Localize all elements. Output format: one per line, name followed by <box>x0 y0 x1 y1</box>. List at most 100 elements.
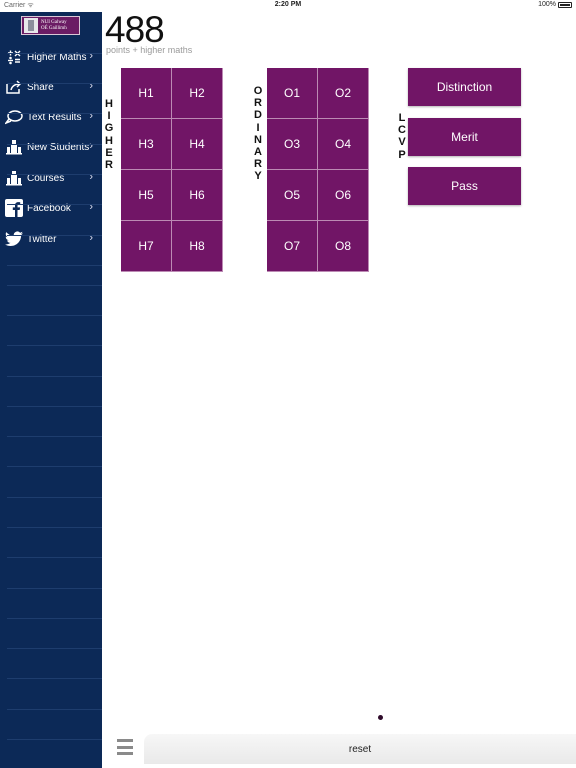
label-letter: C <box>398 124 406 137</box>
lcvp-pass-button[interactable]: Pass <box>408 167 521 205</box>
battery-status: 100% <box>538 1 572 8</box>
logo-text: NUI Galway OÉ Gaillimh <box>41 20 67 32</box>
divider <box>7 588 102 589</box>
label-letter: Y <box>254 170 262 183</box>
divider <box>7 678 102 679</box>
divider <box>7 113 102 114</box>
chevron-right-icon: › <box>89 110 93 122</box>
label-letter: N <box>254 133 262 146</box>
sidebar-item-text-results[interactable]: Text Results › <box>0 102 102 132</box>
divider <box>7 83 102 84</box>
divider <box>7 376 102 377</box>
grade-button-h2[interactable]: H2 <box>172 68 223 119</box>
divider <box>7 406 102 407</box>
university-logo: NUI Galway OÉ Gaillimh <box>21 16 80 35</box>
divider <box>7 648 102 649</box>
grade-button-o4[interactable]: O4 <box>318 119 369 170</box>
twitter-icon <box>4 229 24 249</box>
bottom-toolbar: reset <box>102 728 576 768</box>
logo-line-2: OÉ Gaillimh <box>41 25 67 31</box>
grade-button-o6[interactable]: O6 <box>318 170 369 221</box>
grade-button-h8[interactable]: H8 <box>172 221 223 272</box>
label-letter: V <box>398 136 406 149</box>
grade-button-h4[interactable]: H4 <box>172 119 223 170</box>
label-letter: G <box>104 122 114 135</box>
divider <box>7 265 102 266</box>
ordinary-section-label: O R D I N A R Y <box>252 85 264 183</box>
sidebar-item-share[interactable]: Share › <box>0 72 102 102</box>
divider <box>7 315 102 316</box>
label-letter: O <box>253 85 263 97</box>
divider <box>7 557 102 558</box>
grade-button-h1[interactable]: H1 <box>121 68 172 119</box>
sidebar-item-facebook[interactable]: Facebook › <box>0 193 102 223</box>
chevron-right-icon: › <box>89 140 93 152</box>
share-icon <box>4 77 24 97</box>
grade-button-o5[interactable]: O5 <box>267 170 318 221</box>
label-letter: A <box>254 146 262 159</box>
label-letter: H <box>105 134 113 147</box>
higher-section-label: H I G H E R <box>103 98 115 171</box>
building-icon <box>4 168 24 188</box>
divider <box>7 235 102 236</box>
lcvp-section-label: L C V P <box>396 112 408 161</box>
grade-button-h6[interactable]: H6 <box>172 170 223 221</box>
chevron-right-icon: › <box>89 201 93 213</box>
sidebar-item-twitter[interactable]: Twitter › <box>0 224 102 254</box>
divider <box>7 466 102 467</box>
grade-button-o1[interactable]: O1 <box>267 68 318 119</box>
chevron-right-icon: › <box>89 171 93 183</box>
label-letter: H <box>105 98 113 110</box>
divider <box>7 53 102 54</box>
page-indicator-dot <box>378 715 383 720</box>
divider <box>7 345 102 346</box>
sidebar-item-new-students[interactable]: New Students › <box>0 132 102 162</box>
label-letter: I <box>256 121 260 134</box>
label-letter: I <box>107 110 111 123</box>
label-letter: P <box>398 148 406 161</box>
points-caption: points + higher maths <box>106 45 193 55</box>
battery-percent: 100% <box>538 1 556 8</box>
lcvp-merit-button[interactable]: Merit <box>408 118 521 156</box>
grade-button-o8[interactable]: O8 <box>318 221 369 272</box>
sidebar: NUI Galway OÉ Gaillimh Higher Maths › Sh… <box>0 12 102 768</box>
chevron-right-icon: › <box>89 50 93 62</box>
divider <box>7 527 102 528</box>
label-letter: R <box>105 159 113 172</box>
divider <box>7 618 102 619</box>
grade-button-o3[interactable]: O3 <box>267 119 318 170</box>
grade-button-h7[interactable]: H7 <box>121 221 172 272</box>
clock: 2:20 PM <box>274 1 302 8</box>
building-icon <box>4 137 24 157</box>
chevron-right-icon: › <box>89 232 93 244</box>
grade-button-h5[interactable]: H5 <box>121 170 172 221</box>
divider <box>7 144 102 145</box>
reset-button[interactable]: reset <box>144 734 576 764</box>
battery-icon <box>558 1 572 8</box>
menu-icon[interactable] <box>117 739 133 755</box>
divider <box>7 497 102 498</box>
points-total: 488 <box>105 9 165 50</box>
chat-icon <box>4 107 24 127</box>
divider <box>7 285 102 286</box>
sidebar-item-higher-maths[interactable]: Higher Maths › <box>0 42 102 72</box>
sidebar-item-courses[interactable]: Courses › <box>0 163 102 193</box>
grade-button-o2[interactable]: O2 <box>318 68 369 119</box>
grade-button-h3[interactable]: H3 <box>121 119 172 170</box>
divider <box>7 709 102 710</box>
divider <box>7 436 102 437</box>
logo-line-1: NUI Galway <box>41 19 67 25</box>
label-letter: R <box>254 158 262 171</box>
divider <box>7 204 102 205</box>
divider <box>7 174 102 175</box>
label-letter: E <box>105 146 113 159</box>
facebook-icon <box>4 198 24 218</box>
divider <box>7 739 102 740</box>
lcvp-distinction-button[interactable]: Distinction <box>408 68 521 106</box>
label-letter: L <box>398 112 406 124</box>
grade-button-o7[interactable]: O7 <box>267 221 318 272</box>
chevron-right-icon: › <box>89 80 93 92</box>
math-icon <box>4 47 24 67</box>
crest-icon <box>24 18 38 33</box>
label-letter: R <box>254 97 262 110</box>
